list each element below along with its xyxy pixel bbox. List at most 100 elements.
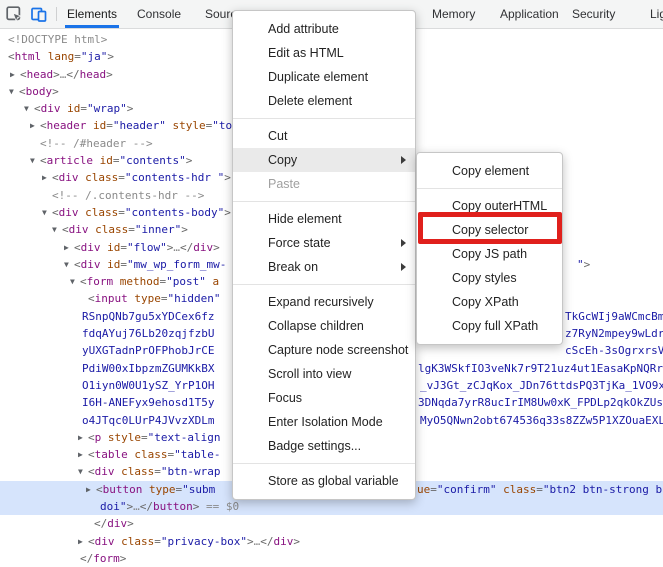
syntax-token: O1iyn0W0U1ySZ_YrP1OH <box>82 379 214 392</box>
menu-item-copy-element[interactable]: Copy element <box>417 159 562 183</box>
syntax-token: div <box>81 241 101 254</box>
menu-item-label: Enter Isolation Mode <box>268 415 383 429</box>
syntax-token: div <box>95 535 115 548</box>
syntax-token: class <box>85 171 118 184</box>
menu-separator <box>233 463 415 464</box>
menu-item-focus[interactable]: Focus <box>233 386 415 410</box>
syntax-token: doi" <box>100 500 127 513</box>
menu-item-copy-xpath[interactable]: Copy XPath <box>417 290 562 314</box>
menu-item-label: Scroll into view <box>268 367 351 381</box>
syntax-token: button <box>153 500 193 513</box>
syntax-token: yUXGTadnPrOFPhobJrCE <box>82 344 214 357</box>
dom-tree-row[interactable]: </form> <box>0 550 663 567</box>
menu-item-label: Badge settings... <box>268 439 361 453</box>
expand-arrow-icon[interactable]: ▶ <box>30 117 40 134</box>
menu-item-copy-full-xpath[interactable]: Copy full XPath <box>417 314 562 338</box>
dom-tree-row-right-fragment: _vJ3Gt_zCJqKox_JDn76ttdsPQ3TjKa_1VO9x <box>420 377 663 394</box>
menu-item-capture-node-screenshot[interactable]: Capture node screenshot <box>233 338 415 362</box>
dom-tree-row[interactable]: ▶<div class="privacy-box">…</div> <box>0 533 663 550</box>
tab-lighthouse[interactable]: Lighthouse <box>650 0 663 28</box>
expand-arrow-icon[interactable]: ▶ <box>10 66 20 83</box>
syntax-token: body <box>26 85 53 98</box>
toggle-device-toolbar-icon[interactable] <box>31 6 47 22</box>
syntax-token: a <box>213 275 220 288</box>
syntax-token: lgK3WSkfIO3veNk7r9T21uz4ut1EasaKpNQRr <box>418 362 663 375</box>
tab-memory[interactable]: Memory <box>432 0 475 28</box>
dom-tree-row-right-fragment: cScEh-3sOgrxrsV <box>565 342 663 359</box>
syntax-token: class <box>121 465 154 478</box>
syntax-token <box>142 483 149 496</box>
menu-item-store-as-global-variable[interactable]: Store as global variable <box>233 469 415 493</box>
inspect-element-icon[interactable] <box>6 6 22 22</box>
menu-item-label: Cut <box>268 129 287 143</box>
collapse-arrow-icon[interactable]: ▼ <box>52 221 62 238</box>
syntax-token: ue <box>417 483 430 496</box>
menu-item-enter-isolation-mode[interactable]: Enter Isolation Mode <box>233 410 415 434</box>
copy-submenu: Copy elementCopy outerHTMLCopy selectorC… <box>416 152 563 345</box>
syntax-token: < <box>88 292 95 305</box>
syntax-token: div <box>81 258 101 271</box>
menu-item-label: Break on <box>268 260 318 274</box>
menu-item-collapse-children[interactable]: Collapse children <box>233 314 415 338</box>
syntax-token <box>41 50 48 63</box>
syntax-token: < <box>20 68 27 81</box>
expand-arrow-icon[interactable]: ▶ <box>64 239 74 256</box>
syntax-token: button <box>103 483 143 496</box>
dom-tree-row-selected[interactable]: doi">…</button> == $0 <box>0 498 663 515</box>
tab-application[interactable]: Application <box>500 0 559 28</box>
menu-item-label: Copy JS path <box>452 247 527 261</box>
syntax-token: > <box>224 171 231 184</box>
menu-item-cut[interactable]: Cut <box>233 124 415 148</box>
syntax-token: < <box>8 50 15 63</box>
menu-item-copy-js-path[interactable]: Copy JS path <box>417 242 562 266</box>
menu-item-badge-settings[interactable]: Badge settings... <box>233 434 415 458</box>
syntax-token: = <box>106 119 113 132</box>
expand-arrow-icon[interactable]: ▶ <box>42 169 52 186</box>
collapse-arrow-icon[interactable]: ▼ <box>42 204 52 221</box>
menu-item-force-state[interactable]: Force state <box>233 231 415 255</box>
tab-elements[interactable]: Elements <box>67 0 117 28</box>
tab-console[interactable]: Console <box>137 0 181 28</box>
expand-arrow-icon[interactable]: ▶ <box>86 481 96 498</box>
syntax-token: type <box>149 483 176 496</box>
menu-item-break-on[interactable]: Break on <box>233 255 415 279</box>
menu-separator <box>233 284 415 285</box>
collapse-arrow-icon[interactable]: ▼ <box>9 83 19 100</box>
annotation-highlight-box <box>418 212 562 244</box>
syntax-token: < <box>74 258 81 271</box>
collapse-arrow-icon[interactable]: ▼ <box>30 152 40 169</box>
syntax-token <box>113 275 120 288</box>
menu-item-edit-as-html[interactable]: Edit as HTML <box>233 41 415 65</box>
syntax-token: > <box>52 85 59 98</box>
syntax-token: "btn-wrap <box>161 465 221 478</box>
syntax-token: "hidden" <box>168 292 221 305</box>
expand-arrow-icon[interactable]: ▶ <box>78 533 88 550</box>
syntax-token: > <box>53 68 60 81</box>
syntax-token: < <box>40 119 47 132</box>
menu-item-copy-styles[interactable]: Copy styles <box>417 266 562 290</box>
tab-security[interactable]: Security <box>572 0 615 28</box>
collapse-arrow-icon[interactable]: ▼ <box>70 273 80 290</box>
syntax-token: > <box>120 552 127 565</box>
syntax-token: PdiW00xIbpzmZGUMKkBX <box>82 362 214 375</box>
menu-item-hide-element[interactable]: Hide element <box>233 207 415 231</box>
syntax-token: = <box>161 292 168 305</box>
menu-item-scroll-into-view[interactable]: Scroll into view <box>233 362 415 386</box>
expand-arrow-icon[interactable]: ▶ <box>78 446 88 463</box>
menu-item-duplicate-element[interactable]: Duplicate element <box>233 65 415 89</box>
menu-item-add-attribute[interactable]: Add attribute <box>233 17 415 41</box>
syntax-token: form <box>93 552 120 565</box>
collapse-arrow-icon[interactable]: ▼ <box>24 100 34 117</box>
dom-tree-row-right-fragment: ue="confirm" class="btn2 btn-strong b <box>417 481 662 498</box>
dom-tree-row[interactable]: </div> <box>0 515 663 532</box>
menu-item-expand-recursively[interactable]: Expand recursively <box>233 290 415 314</box>
menu-item-delete-element[interactable]: Delete element <box>233 89 415 113</box>
collapse-arrow-icon[interactable]: ▼ <box>78 463 88 480</box>
menu-item-copy[interactable]: Copy <box>233 148 415 172</box>
syntax-token: div <box>41 102 61 115</box>
dom-tree-row-right-fragment: "> <box>577 256 590 273</box>
collapse-arrow-icon[interactable]: ▼ <box>64 256 74 273</box>
syntax-token: > <box>186 154 193 167</box>
syntax-token: < <box>88 431 95 444</box>
expand-arrow-icon[interactable]: ▶ <box>78 429 88 446</box>
